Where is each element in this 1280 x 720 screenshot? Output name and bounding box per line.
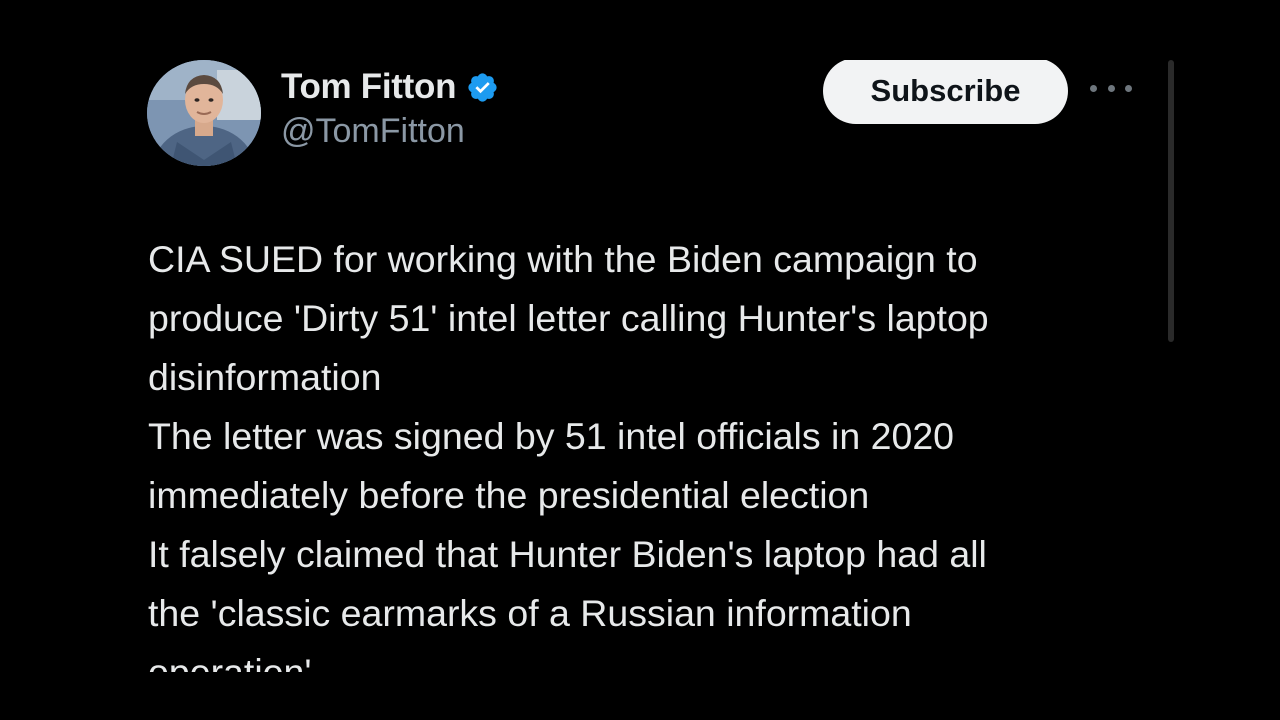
tweet-text-line: immediately before the presidential elec… <box>148 474 870 516</box>
tweet-text-line: disinformation <box>148 356 382 398</box>
video-frame: Tom Fitton @TomFitton Subscribe CIA SUED… <box>0 0 1280 720</box>
more-options-icon[interactable] <box>1090 78 1132 98</box>
scrollbar[interactable] <box>1168 60 1174 342</box>
tweet-text-line: It falsely claimed that Hunter Biden's l… <box>148 533 987 575</box>
tweet-text-line: operation' <box>148 651 312 672</box>
more-dot <box>1090 84 1097 92</box>
subscribe-button[interactable]: Subscribe <box>823 60 1068 124</box>
avatar[interactable] <box>147 60 261 166</box>
tweet-card: Tom Fitton @TomFitton Subscribe CIA SUED… <box>120 60 1180 672</box>
verified-badge-icon <box>466 71 499 104</box>
author-handle[interactable]: @TomFitton <box>281 112 465 151</box>
tweet-text-line: The letter was signed by 51 intel offici… <box>148 415 955 457</box>
tweet-text-line: the 'classic earmarks of a Russian infor… <box>148 592 912 634</box>
more-dot <box>1125 84 1132 92</box>
avatar-photo <box>147 60 261 166</box>
author-display-name[interactable]: Tom Fitton <box>281 67 456 107</box>
tweet-text-line: CIA SUED for working with the Biden camp… <box>148 238 978 280</box>
more-dot <box>1107 84 1115 92</box>
tweet-text: CIA SUED for working with the Biden camp… <box>148 230 1148 672</box>
tweet-text-line: produce 'Dirty 51' intel letter calling … <box>148 297 989 339</box>
author-name-row[interactable]: Tom Fitton <box>281 64 499 110</box>
